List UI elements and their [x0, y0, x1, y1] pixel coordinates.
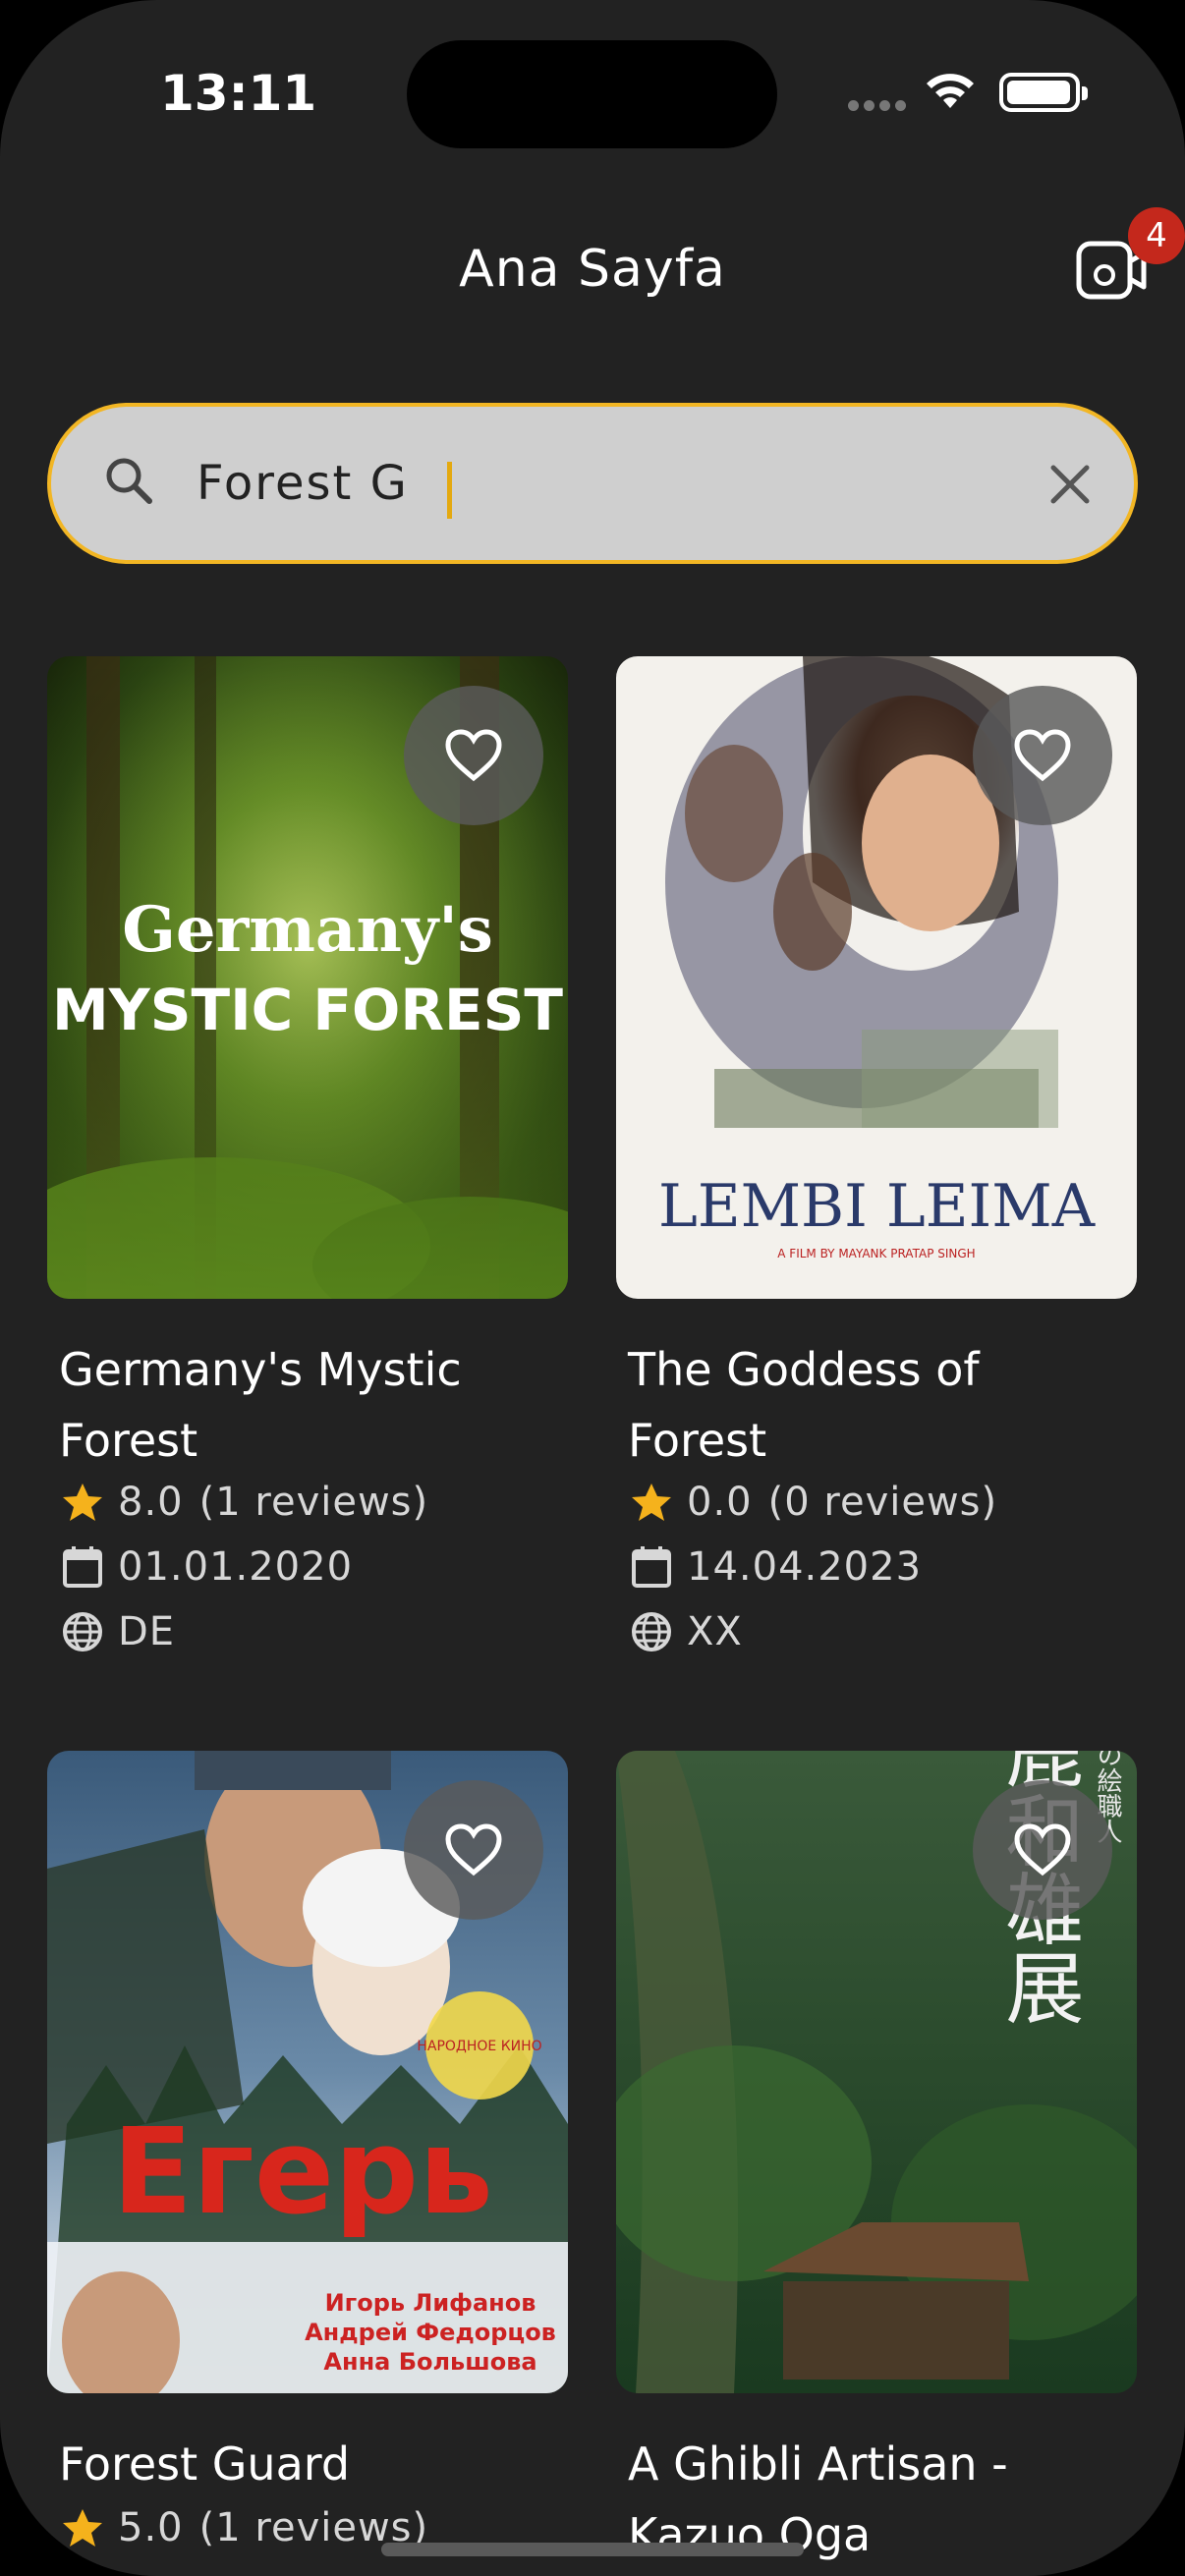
poster-cast-2: Андрей Федорцов [305, 2319, 556, 2346]
calendar-icon [632, 1546, 671, 1588]
country-code: DE [118, 1609, 176, 1654]
favorite-button[interactable] [973, 686, 1112, 825]
poster-title-top: Germany's [122, 893, 493, 967]
globe-icon [63, 1612, 102, 1652]
release-date: 14.04.2023 [687, 1544, 923, 1590]
poster-credit: A FILM BY MAYANK PRATAP SINGH [777, 1247, 975, 1260]
star-icon [63, 2509, 102, 2547]
dynamic-island [407, 40, 777, 148]
release-date: 01.01.2020 [118, 1544, 354, 1590]
search-icon [106, 458, 152, 504]
poster-title: Егерь [112, 2104, 493, 2241]
signal-dots-icon [848, 100, 907, 114]
country-code: XX [687, 1609, 743, 1654]
movie-rating: 0.0 (0 reviews) [630, 1478, 997, 1525]
movie-title: Forest Guard [59, 2437, 351, 2491]
heart-icon [1014, 1823, 1071, 1876]
wifi-icon [927, 74, 974, 108]
search-bar[interactable] [47, 403, 1138, 564]
review-count: (0 reviews) [767, 1480, 998, 1525]
rating-value: 5.0 [118, 2505, 184, 2550]
poster-stamp: НАРОДНОЕ КИНО [417, 2039, 541, 2054]
heart-icon [1014, 729, 1071, 782]
movie-rating: 8.0 (1 reviews) [61, 1478, 428, 1525]
rating-value: 0.0 [687, 1480, 753, 1525]
rating-value: 8.0 [118, 1480, 184, 1525]
poster-title-bottom: MYSTIC FOREST [52, 977, 563, 1043]
movie-rating: 5.0 (1 reviews) [61, 2503, 428, 2550]
star-icon [632, 1484, 671, 1521]
notification-badge: 4 [1128, 207, 1185, 264]
movie-title: The Goddess of Forest [628, 1343, 980, 1467]
movie-date: 01.01.2020 [61, 1542, 353, 1590]
home-indicator[interactable] [381, 2543, 804, 2556]
heart-icon [445, 1823, 502, 1876]
favorite-button[interactable] [973, 1780, 1112, 1920]
movie-country: XX [630, 1607, 743, 1654]
calendar-icon [63, 1546, 102, 1588]
movie-date: 14.04.2023 [630, 1542, 922, 1590]
favorite-button[interactable] [404, 686, 543, 825]
page-title: Ana Sayfa [459, 240, 726, 299]
poster-cast-1: Игорь Лифанов [325, 2289, 536, 2317]
battery-icon [999, 73, 1088, 112]
status-time: 13:11 [160, 65, 317, 122]
phone-screen: 13:11 Ana Sayfa 4 Forest G Germany's MYS… [0, 0, 1185, 2576]
close-icon[interactable] [1047, 462, 1093, 507]
search-input[interactable] [197, 442, 983, 525]
text-cursor [447, 462, 452, 519]
globe-icon [632, 1612, 671, 1652]
movie-title: Germany's Mystic Forest [59, 1343, 462, 1467]
movie-country: DE [61, 1607, 175, 1654]
poster-cast-3: Анна Большова [323, 2348, 536, 2376]
poster-title: LEMBI LEIMA [658, 1172, 1096, 1241]
review-count: (1 reviews) [198, 1480, 429, 1525]
favorite-button[interactable] [404, 1780, 543, 1920]
star-icon [63, 1484, 102, 1521]
heart-icon [445, 729, 502, 782]
